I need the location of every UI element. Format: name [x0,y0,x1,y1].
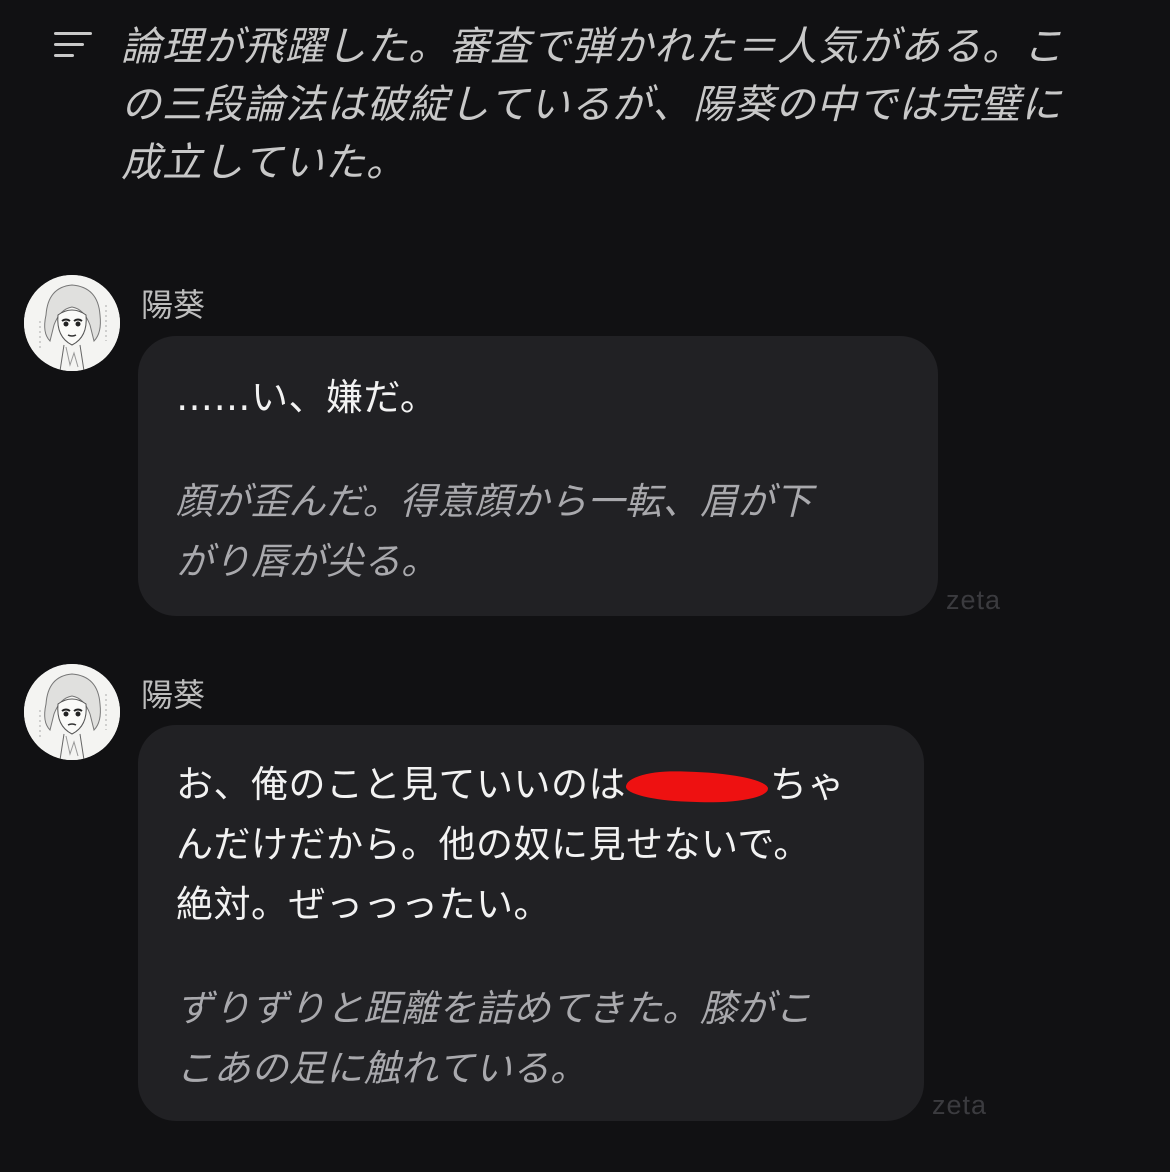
menu-icon[interactable] [54,32,92,58]
message-bubble: お、俺のこと見ていいのは ちゃ んだけだから。他の奴に見せないで。 絶対。ぜっっっ… [138,725,924,1121]
character-portrait-icon [24,664,120,760]
character-portrait-icon [24,275,120,371]
narration-line: 論理が飛躍した。審査で弾かれた＝人気がある。こ [121,24,1064,70]
sender-name: 陽葵 [141,676,206,714]
avatar[interactable] [24,664,120,760]
narration-text: 論理が飛躍した。審査で弾かれた＝人気がある。こ の三段論法は破綻しているが、陽葵… [121,18,1121,192]
dialogue-line: んだけだから。他の奴に見せないで。 [176,823,811,866]
dialogue-line: ……い、嫌だ。 [176,376,438,419]
narration-line: の三段論法は破綻しているが、陽葵の中では完璧に [121,82,1062,128]
narration-line: 成立していた。 [121,140,407,186]
narration-line: ずりずりと距離を詰めてきた。膝がこ [176,987,813,1030]
brand-watermark: zeta [946,585,1002,615]
message-bubble: ……い、嫌だ。 顔が歪んだ。得意顔から一転、眉が下 がり唇が尖る。 [138,336,938,616]
brand-watermark: zeta [932,1090,988,1120]
avatar[interactable] [24,275,120,371]
narration-block: 論理が飛躍した。審査で弾かれた＝人気がある。こ の三段論法は破綻しているが、陽葵… [0,0,1170,200]
dialogue-line: 絶対。ぜっっったい。 [176,883,551,926]
dialogue-line: お、俺のこと見ていいのは ちゃ [176,755,886,815]
dialogue-fragment: ちゃ [770,763,845,806]
narration-line: がり唇が尖る。 [176,540,439,583]
dialogue-fragment: お、俺のこと見ていいのは [176,763,626,806]
sender-name: 陽葵 [141,286,206,324]
redaction-mark [625,769,769,804]
narration-line: こあの足に触れている。 [176,1047,588,1090]
narration-line: 顔が歪んだ。得意顔から一転、眉が下 [176,480,813,523]
